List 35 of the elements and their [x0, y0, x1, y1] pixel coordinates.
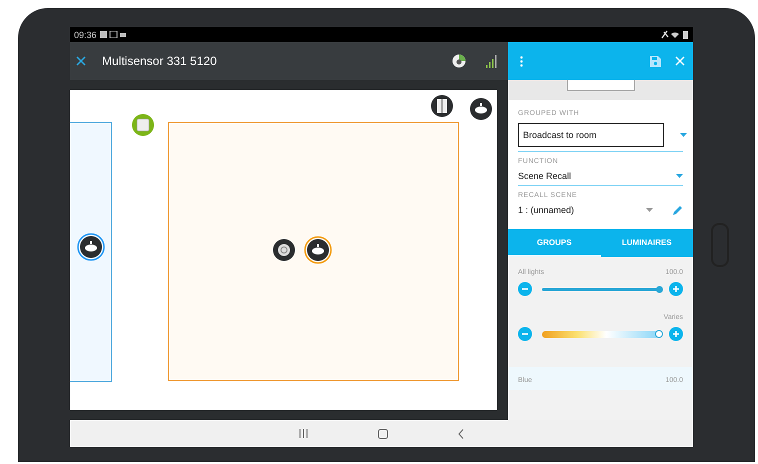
dropdown-field[interactable]: Broadcast to room: [518, 123, 664, 147]
door-icon[interactable]: [431, 95, 453, 117]
close-button[interactable]: [76, 56, 86, 66]
status-time: 09:36: [74, 30, 97, 40]
luminaire-icon[interactable]: [304, 236, 332, 264]
decrease-button[interactable]: [518, 282, 532, 296]
more-options-button[interactable]: [520, 56, 523, 66]
minus-icon: [521, 330, 529, 338]
dropdown-caret-icon[interactable]: [680, 133, 687, 137]
dropdown-caret-icon[interactable]: [646, 208, 653, 212]
recents-button[interactable]: [299, 429, 308, 438]
room-area[interactable]: [70, 122, 112, 382]
edit-button[interactable]: [673, 205, 683, 215]
decrease-button[interactable]: [518, 327, 532, 341]
sensor-status-icon[interactable]: [452, 54, 466, 68]
dropdown-field[interactable]: 1 : (unnamed): [518, 205, 638, 215]
plus-icon: [672, 330, 680, 338]
increase-button[interactable]: [669, 327, 683, 341]
system-status-icons: [661, 30, 689, 39]
window-title: Multisensor 331 5120: [102, 54, 218, 68]
home-button[interactable]: [378, 428, 388, 438]
scene-thumbnail: [566, 80, 634, 91]
luminaire-icon[interactable]: [77, 233, 105, 261]
sensor-icon[interactable]: [273, 239, 295, 261]
increase-button[interactable]: [669, 282, 683, 296]
switch-icon[interactable]: [132, 114, 154, 136]
minus-icon: [521, 285, 529, 293]
save-button[interactable]: [650, 56, 661, 66]
dropdown-field[interactable]: Scene Recall: [518, 171, 668, 181]
dropdown-caret-icon[interactable]: [676, 174, 683, 178]
back-button[interactable]: [458, 428, 464, 438]
notification-icons: [100, 31, 126, 38]
plus-icon: [672, 285, 680, 293]
luminaire-icon[interactable]: [470, 98, 492, 120]
signal-strength-icon: [486, 54, 498, 68]
